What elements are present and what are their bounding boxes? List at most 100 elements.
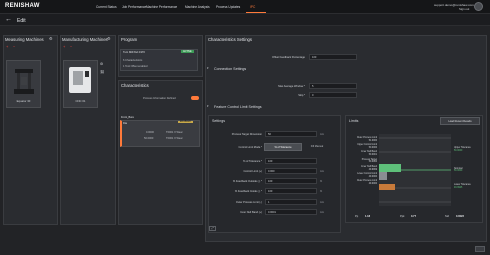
machine-tile-cnc[interactable]: CNC 01 — [63, 60, 98, 108]
pct-tolerance-input[interactable]: 100 — [265, 158, 317, 164]
nav-machine-performance[interactable]: Machine Performance — [146, 5, 177, 9]
ll1-value: 50.0000 — [368, 146, 377, 149]
avatar[interactable] — [474, 2, 483, 11]
feedback-band — [379, 184, 395, 190]
program-title: Program — [121, 37, 138, 42]
ll4-value: 49.9999 — [368, 168, 377, 171]
feature-control-title[interactable]: Feature Control Limit Settings — [214, 105, 262, 109]
equator-machine-icon — [14, 69, 34, 94]
nav-active-indicator — [246, 12, 266, 13]
characteristic-label: Dia — [123, 122, 127, 125]
machine-name: Equator 30 — [16, 99, 31, 103]
add-icon[interactable]: + — [6, 44, 8, 49]
add-icon[interactable]: + — [63, 44, 65, 49]
tool-name-2: T0001 X Wear — [166, 137, 183, 140]
process-info-toggle[interactable] — [191, 96, 199, 100]
rl0-value: 50.0000 — [454, 149, 463, 152]
renishaw-logo: RENISHAW — [5, 3, 40, 9]
measuring-machines-title: Measuring Machines — [5, 37, 44, 42]
settings-title: Characteristics Settings — [208, 37, 252, 42]
nav-machine-analysis[interactable]: Machine Analysis — [185, 5, 210, 9]
fb-outside-label: % Feedback Outside (-) * — [232, 180, 262, 183]
machine-name: CNC 01 — [75, 99, 86, 103]
corner-button[interactable] — [475, 246, 485, 252]
opl-input[interactable]: 1 — [265, 199, 317, 205]
remove-icon[interactable]: − — [13, 44, 15, 49]
pp-label: Pp — [355, 215, 359, 218]
settings-icon[interactable]: ⚙ — [49, 36, 53, 41]
opl-label: Outer Process Limit (-) — [235, 201, 262, 204]
max-window-label: Max Average Window * — [278, 85, 305, 88]
right-limit-labels: Upper Tolerance 50.0000 Nominal 50.0000 Lo… — [454, 147, 482, 190]
characteristics-count: 6 Characteristics — [123, 59, 143, 62]
rl1-value: 50.0000 — [454, 170, 463, 173]
connection-settings-title[interactable]: Connection Settings — [214, 67, 246, 71]
std-value: 0.0022 — [456, 215, 464, 218]
left-limit-labels: Outer Process Limit 51.0000 Upper Control… — [349, 137, 377, 186]
chevron-down-icon[interactable]: ▾ — [207, 66, 209, 70]
settings-icon[interactable]: ⚙ — [107, 36, 111, 41]
inb-unit: mm — [320, 211, 324, 214]
part-name: Turn Mill Part 1970 — [123, 51, 145, 54]
limits-title: Limits — [349, 119, 359, 123]
inb-label: Inner Null Band (+) — [240, 211, 262, 214]
nav-ipc[interactable]: IPC — [250, 5, 255, 9]
fb-inside-input[interactable]: 100 — [265, 188, 317, 194]
back-arrow-icon[interactable]: ← — [5, 16, 12, 23]
manufacturing-machines-title: Manufacturing Machines — [62, 37, 108, 42]
remove-icon[interactable]: − — [70, 44, 72, 49]
cnc-machine-icon — [69, 67, 91, 93]
ucl-unit: mm — [320, 170, 324, 173]
load-recent-results-button[interactable]: Load Recent Results — [440, 117, 480, 125]
page-title: Edit — [17, 18, 26, 24]
characteristic-item[interactable] — [120, 120, 200, 147]
ll0-value: 51.0000 — [368, 139, 377, 142]
ll3-value: 50.0000 — [368, 161, 377, 164]
target-unit: mm — [320, 133, 324, 136]
ucl-label: Control Limit (+) — [243, 170, 262, 173]
gear-icon[interactable]: ⚙ — [100, 62, 103, 66]
settings-form-title: Settings — [212, 119, 225, 123]
target-input[interactable]: 50 — [265, 131, 317, 137]
status-badge: ACTIVE — [181, 50, 194, 53]
mode-label: Control Limit Mode * — [238, 146, 263, 149]
ucl-input[interactable]: 0.000 — [265, 168, 317, 174]
ll6-value: 49.0000 — [368, 182, 377, 185]
pct-tolerance-label: % of Tolerance * — [243, 160, 262, 163]
std-label: Std — [445, 215, 449, 218]
brand-name: RENISHAW — [5, 3, 40, 9]
fb-outside-unit: % — [320, 180, 323, 183]
expand-icon[interactable]: ⤢ — [209, 226, 216, 231]
opl-unit: mm — [320, 201, 324, 204]
sign-out-link[interactable]: Sign out — [459, 7, 469, 11]
char-value-1: 0.0000 — [146, 131, 154, 134]
characteristics-panel — [118, 80, 203, 225]
offset-feedback-label: Offset Feedback Percentage — [272, 56, 305, 59]
tool-offset-count: 1 Tool Offset enabled — [123, 65, 148, 68]
mode-fill-manual[interactable]: Fill Manual — [303, 143, 331, 151]
top-bar — [0, 0, 490, 14]
max-window-input[interactable]: 5 — [309, 83, 357, 89]
ll2-value: 50.0001 — [368, 154, 377, 157]
machine-tile-equator[interactable]: Equator 30 — [6, 60, 41, 108]
in-tolerance-band — [379, 164, 401, 172]
chevron-down-icon[interactable]: ▾ — [207, 104, 209, 108]
nav-job-performance[interactable]: Job Performance — [122, 5, 146, 9]
skip-input[interactable]: 0 — [309, 92, 357, 98]
process-info-label: Process Information Defined — [143, 97, 176, 100]
ll5-value: 49.0000 — [368, 175, 377, 178]
nav-process-updates[interactable]: Process Updates — [216, 5, 240, 9]
nav-current-status[interactable]: Current Status — [96, 5, 117, 9]
ppk-value: 0.77 — [411, 215, 417, 218]
ppk-label: Ppk — [400, 215, 405, 218]
target-label: Process Target Dimension — [231, 133, 262, 136]
link-icon[interactable]: ⛓ — [100, 70, 104, 74]
sub-bar — [0, 14, 490, 26]
fb-inside-label: % Feedback Inside (-) * — [234, 190, 262, 193]
fb-outside-input[interactable]: 100 — [265, 178, 317, 184]
offset-feedback-input[interactable]: 100 — [309, 54, 357, 60]
rl2-value: 49.9925 — [454, 186, 463, 189]
mode-pct-tolerance[interactable]: % of Tolerance — [264, 143, 302, 151]
inb-input[interactable]: 0.0001 — [265, 209, 317, 215]
characteristics-title: Characteristics — [121, 83, 149, 88]
